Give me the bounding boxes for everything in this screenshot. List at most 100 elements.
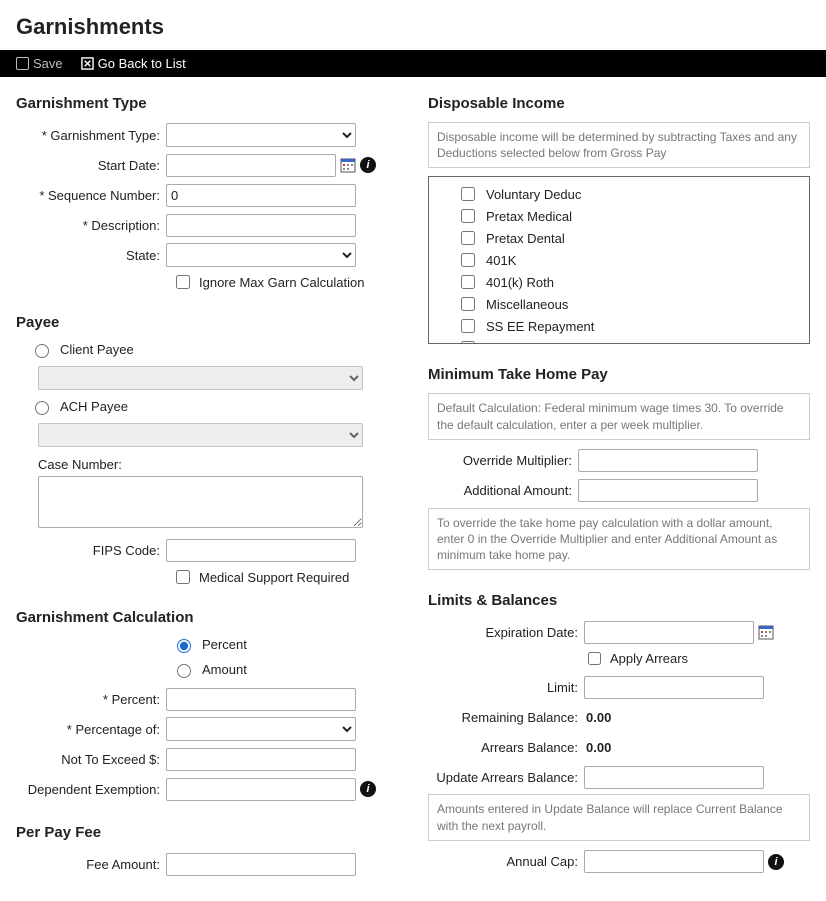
limit-input[interactable] bbox=[584, 676, 764, 699]
garn-calc-heading: Garnishment Calculation bbox=[16, 609, 398, 626]
arrears-balance-label: Arrears Balance: bbox=[428, 740, 584, 755]
garnishment-type-label: Garnishment Type: bbox=[16, 128, 166, 143]
medical-support-label: Medical Support Required bbox=[199, 570, 349, 585]
additional-amount-label: Additional Amount: bbox=[428, 483, 578, 498]
disposable-info: Disposable income will be determined by … bbox=[428, 122, 810, 168]
percent-input[interactable] bbox=[166, 688, 356, 711]
ach-payee-select[interactable] bbox=[38, 423, 363, 447]
left-column: Garnishment Type Garnishment Type: Start… bbox=[16, 95, 398, 881]
calendar-icon[interactable] bbox=[758, 624, 774, 640]
override-multiplier-input[interactable] bbox=[578, 449, 758, 472]
deduction-label: United Way bbox=[486, 341, 553, 345]
percent-label: Percent: bbox=[16, 692, 166, 707]
limits-info: Amounts entered in Update Balance will r… bbox=[428, 794, 810, 840]
expiration-date-input[interactable] bbox=[584, 621, 754, 644]
limits-heading: Limits & Balances bbox=[428, 592, 810, 609]
client-payee-select[interactable] bbox=[38, 366, 363, 390]
save-icon bbox=[16, 57, 29, 70]
client-payee-radio[interactable] bbox=[35, 344, 49, 358]
deduction-label: Voluntary Deduc bbox=[486, 187, 581, 202]
sequence-number-input[interactable] bbox=[166, 184, 356, 207]
deduction-checkbox[interactable] bbox=[461, 341, 475, 344]
info-icon[interactable]: i bbox=[360, 781, 376, 797]
mthp-info-bottom: To override the take home pay calculatio… bbox=[428, 508, 810, 571]
fee-amount-input[interactable] bbox=[166, 853, 356, 876]
deduction-checkbox[interactable] bbox=[461, 209, 475, 223]
override-multiplier-label: Override Multiplier: bbox=[428, 453, 578, 468]
medical-support-checkbox[interactable] bbox=[176, 570, 190, 584]
garnishment-type-select[interactable] bbox=[166, 123, 356, 147]
go-back-button[interactable]: Go Back to List bbox=[81, 56, 186, 71]
limit-label: Limit: bbox=[428, 680, 584, 695]
ach-payee-label: ACH Payee bbox=[60, 399, 128, 414]
ignore-max-garn-label: Ignore Max Garn Calculation bbox=[199, 275, 364, 290]
ignore-max-garn-checkbox[interactable] bbox=[176, 275, 190, 289]
fee-amount-label: Fee Amount: bbox=[16, 857, 166, 872]
deduction-checkbox[interactable] bbox=[461, 297, 475, 311]
amount-radio-label: Amount bbox=[202, 662, 247, 677]
deduction-checkbox[interactable] bbox=[461, 319, 475, 333]
start-date-input[interactable] bbox=[166, 154, 336, 177]
amount-radio[interactable] bbox=[177, 664, 191, 678]
back-label: Go Back to List bbox=[98, 56, 186, 71]
deduction-item: Miscellaneous bbox=[457, 293, 801, 315]
deduction-list[interactable]: Voluntary DeducPretax MedicalPretax Dent… bbox=[428, 176, 810, 344]
fips-code-input[interactable] bbox=[166, 539, 356, 562]
min-take-home-heading: Minimum Take Home Pay bbox=[428, 366, 810, 383]
case-number-textarea[interactable] bbox=[38, 476, 363, 528]
sequence-number-label: Sequence Number: bbox=[16, 188, 166, 203]
apply-arrears-checkbox[interactable] bbox=[588, 652, 601, 665]
start-date-label: Start Date: bbox=[16, 158, 166, 173]
deduction-item: Voluntary Deduc bbox=[457, 183, 801, 205]
deduction-checkbox[interactable] bbox=[461, 187, 475, 201]
percentage-of-select[interactable] bbox=[166, 717, 356, 741]
garnishment-type-heading: Garnishment Type bbox=[16, 95, 398, 112]
not-to-exceed-input[interactable] bbox=[166, 748, 356, 771]
dependent-exemption-input[interactable] bbox=[166, 778, 356, 801]
client-payee-label: Client Payee bbox=[60, 342, 134, 357]
action-bar: Save Go Back to List bbox=[0, 50, 826, 77]
remaining-balance-label: Remaining Balance: bbox=[428, 710, 584, 725]
deduction-label: 401K bbox=[486, 253, 516, 268]
back-icon bbox=[81, 57, 94, 70]
mthp-info-top: Default Calculation: Federal minimum wag… bbox=[428, 393, 810, 439]
percent-radio[interactable] bbox=[177, 639, 191, 653]
state-label: State: bbox=[16, 248, 166, 263]
not-to-exceed-label: Not To Exceed $: bbox=[16, 752, 166, 767]
deduction-checkbox[interactable] bbox=[461, 275, 475, 289]
calendar-icon[interactable] bbox=[340, 157, 356, 173]
info-icon[interactable]: i bbox=[360, 157, 376, 173]
deduction-checkbox[interactable] bbox=[461, 253, 475, 267]
annual-cap-input[interactable] bbox=[584, 850, 764, 873]
deduction-label: 401(k) Roth bbox=[486, 275, 554, 290]
description-label: Description: bbox=[16, 218, 166, 233]
deduction-checkbox[interactable] bbox=[461, 231, 475, 245]
deduction-label: Miscellaneous bbox=[486, 297, 568, 312]
percent-radio-label: Percent bbox=[202, 637, 247, 652]
ach-payee-radio[interactable] bbox=[35, 401, 49, 415]
deduction-item: 401K bbox=[457, 249, 801, 271]
update-arrears-label: Update Arrears Balance: bbox=[428, 770, 584, 785]
deduction-item: SS EE Repayment bbox=[457, 315, 801, 337]
deduction-label: SS EE Repayment bbox=[486, 319, 594, 334]
info-icon[interactable]: i bbox=[768, 854, 784, 870]
expiration-date-label: Expiration Date: bbox=[428, 625, 584, 640]
remaining-balance-value: 0.00 bbox=[584, 710, 611, 725]
case-number-label: Case Number: bbox=[38, 457, 398, 472]
right-column: Disposable Income Disposable income will… bbox=[428, 95, 810, 881]
update-arrears-input[interactable] bbox=[584, 766, 764, 789]
percentage-of-label: Percentage of: bbox=[16, 722, 166, 737]
apply-arrears-label: Apply Arrears bbox=[610, 651, 688, 666]
additional-amount-input[interactable] bbox=[578, 479, 758, 502]
content: Garnishment Type Garnishment Type: Start… bbox=[0, 77, 826, 901]
deduction-item: United Way bbox=[457, 337, 801, 344]
arrears-balance-value: 0.00 bbox=[584, 740, 611, 755]
deduction-label: Pretax Dental bbox=[486, 231, 565, 246]
state-select[interactable] bbox=[166, 243, 356, 267]
description-input[interactable] bbox=[166, 214, 356, 237]
disposable-income-heading: Disposable Income bbox=[428, 95, 810, 112]
payee-heading: Payee bbox=[16, 314, 398, 331]
save-label: Save bbox=[33, 56, 63, 71]
deduction-item: 401(k) Roth bbox=[457, 271, 801, 293]
save-button[interactable]: Save bbox=[16, 56, 63, 71]
